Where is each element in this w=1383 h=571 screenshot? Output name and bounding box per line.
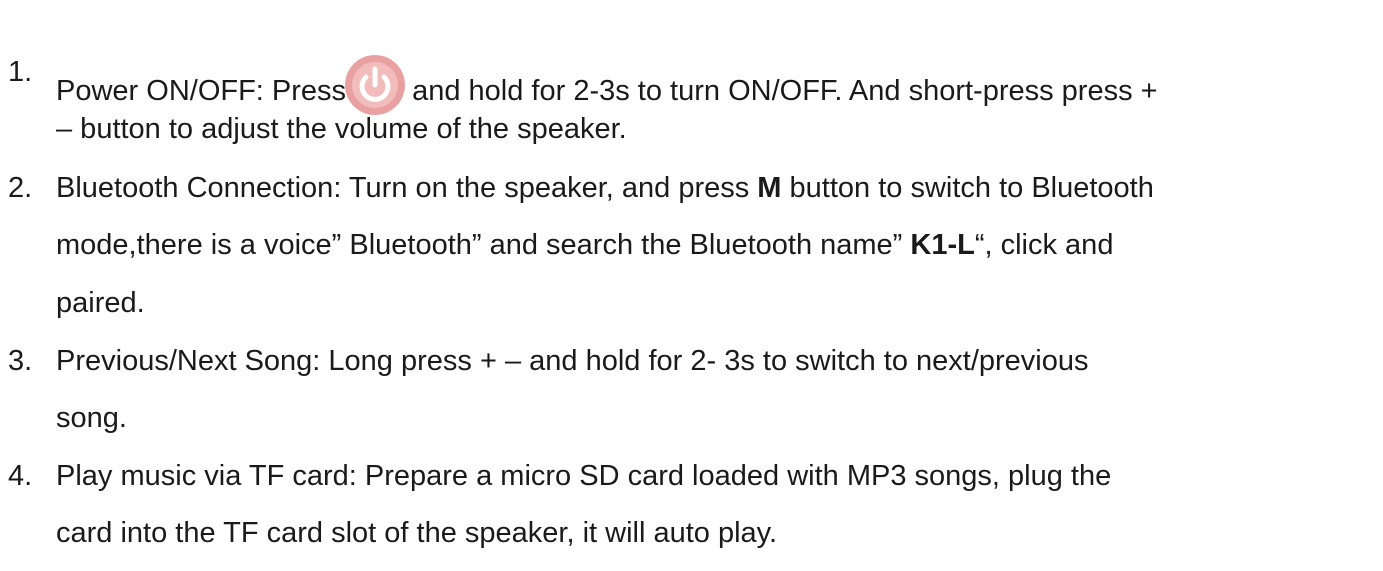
- item-line: Play music via TF card: Prepare a micro …: [56, 460, 1112, 492]
- item-text: mode,there is a voice” Bluetooth” and se…: [56, 229, 911, 261]
- item-number: 4.: [8, 460, 33, 492]
- item-text: button to switch to Bluetooth: [781, 172, 1154, 204]
- item-text: Bluetooth Connection: Turn on the speake…: [56, 172, 758, 204]
- item-line: – button to adjust the volume of the spe…: [56, 113, 627, 145]
- item-number: 3.: [8, 345, 33, 377]
- instruction-list: 1. Power ON/OFF: Press and hold for 2-3s…: [0, 0, 1383, 571]
- item-line: Previous/Next Song: Long press + – and h…: [56, 345, 1089, 377]
- item-line: song.: [56, 402, 127, 434]
- item-number: 2.: [8, 172, 33, 204]
- item-text: “, click and: [974, 229, 1114, 261]
- item-text: and hold for 2-3s to turn ON/OFF. And sh…: [412, 75, 1158, 107]
- item-line: paired.: [56, 287, 145, 319]
- item-text: Power ON/OFF: Press: [56, 75, 347, 107]
- item-number: 1.: [8, 56, 33, 88]
- item-line: Bluetooth Connection: Turn on the speake…: [56, 168, 1154, 208]
- item-line: mode,there is a voice” Bluetooth” and se…: [56, 225, 1113, 265]
- bluetooth-name: K1-L: [910, 229, 975, 261]
- mode-button-label: M: [757, 172, 782, 204]
- item-line: card into the TF card slot of the speake…: [56, 517, 778, 549]
